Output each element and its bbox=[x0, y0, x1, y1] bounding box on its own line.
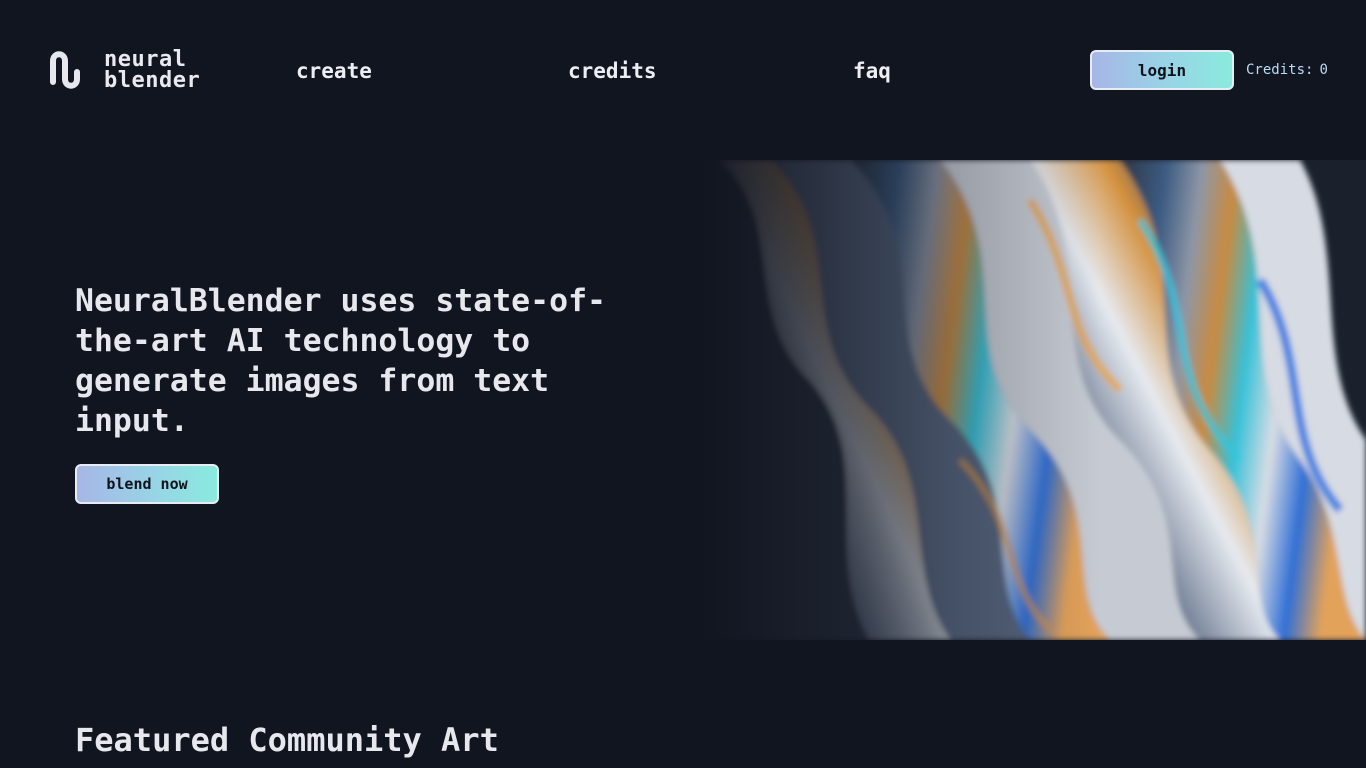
hero-artwork bbox=[700, 160, 1366, 640]
nav-create[interactable]: create bbox=[296, 58, 372, 84]
login-button[interactable]: login bbox=[1090, 50, 1234, 90]
logo-word-neural: neural bbox=[104, 47, 187, 72]
hero-heading: NeuralBlender uses state-of-the-art AI t… bbox=[75, 283, 607, 439]
credits-count: 0 bbox=[1319, 62, 1328, 78]
logo-word-blender: blender bbox=[104, 68, 201, 93]
site-logo[interactable]: neural blender bbox=[46, 48, 200, 92]
featured-community-art-heading: Featured Community Art bbox=[75, 721, 499, 759]
blend-now-button[interactable]: blend now bbox=[75, 464, 219, 504]
iridescent-fluid-artwork-icon bbox=[700, 160, 1366, 640]
page: neural blender create credits faq login … bbox=[0, 0, 1366, 768]
credits-label: Credits: bbox=[1246, 62, 1314, 78]
nav-credits[interactable]: credits bbox=[568, 58, 657, 84]
logo-wordmark: neural blender bbox=[104, 47, 201, 93]
credits-readout: Credits: 0 bbox=[1246, 62, 1328, 78]
logo-squiggle-icon bbox=[50, 51, 80, 89]
nav-faq[interactable]: faq bbox=[853, 58, 891, 84]
